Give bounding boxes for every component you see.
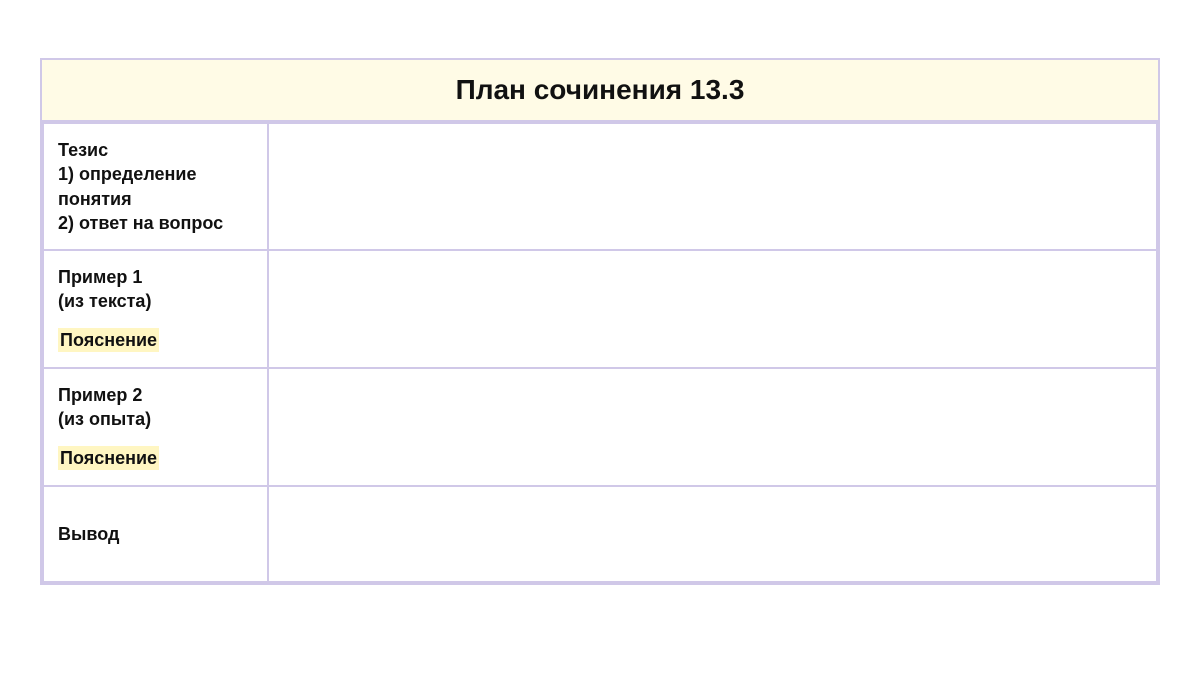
conclusion-heading: Вывод xyxy=(58,522,253,546)
example1-content-cell xyxy=(268,250,1157,368)
example1-label-cell: Пример 1 (из текста) Пояснение xyxy=(43,250,268,368)
row-example1: Пример 1 (из текста) Пояснение xyxy=(43,250,1157,368)
row-thesis: Тезис 1) определение понятия 2) ответ на… xyxy=(43,123,1157,250)
row-example2: Пример 2 (из опыта) Пояснение xyxy=(43,368,1157,486)
thesis-line2: 2) ответ на вопрос xyxy=(58,211,253,235)
example2-label-cell: Пример 2 (из опыта) Пояснение xyxy=(43,368,268,486)
thesis-content-cell xyxy=(268,123,1157,250)
example2-content-cell xyxy=(268,368,1157,486)
conclusion-label-cell: Вывод xyxy=(43,486,268,582)
thesis-heading: Тезис xyxy=(58,138,253,162)
example1-sub: (из текста) xyxy=(58,289,253,313)
example1-heading: Пример 1 xyxy=(58,265,253,289)
example1-explanation-label: Пояснение xyxy=(58,328,159,352)
conclusion-content-cell xyxy=(268,486,1157,582)
thesis-line1: 1) определение понятия xyxy=(58,162,253,211)
example2-sub: (из опыта) xyxy=(58,407,253,431)
example2-heading: Пример 2 xyxy=(58,383,253,407)
essay-plan-container: План сочинения 13.3 Тезис 1) определение… xyxy=(40,58,1160,585)
plan-title: План сочинения 13.3 xyxy=(42,60,1158,122)
thesis-label-cell: Тезис 1) определение понятия 2) ответ на… xyxy=(43,123,268,250)
plan-table: Тезис 1) определение понятия 2) ответ на… xyxy=(42,122,1158,583)
example2-explanation-label: Пояснение xyxy=(58,446,159,470)
row-conclusion: Вывод xyxy=(43,486,1157,582)
